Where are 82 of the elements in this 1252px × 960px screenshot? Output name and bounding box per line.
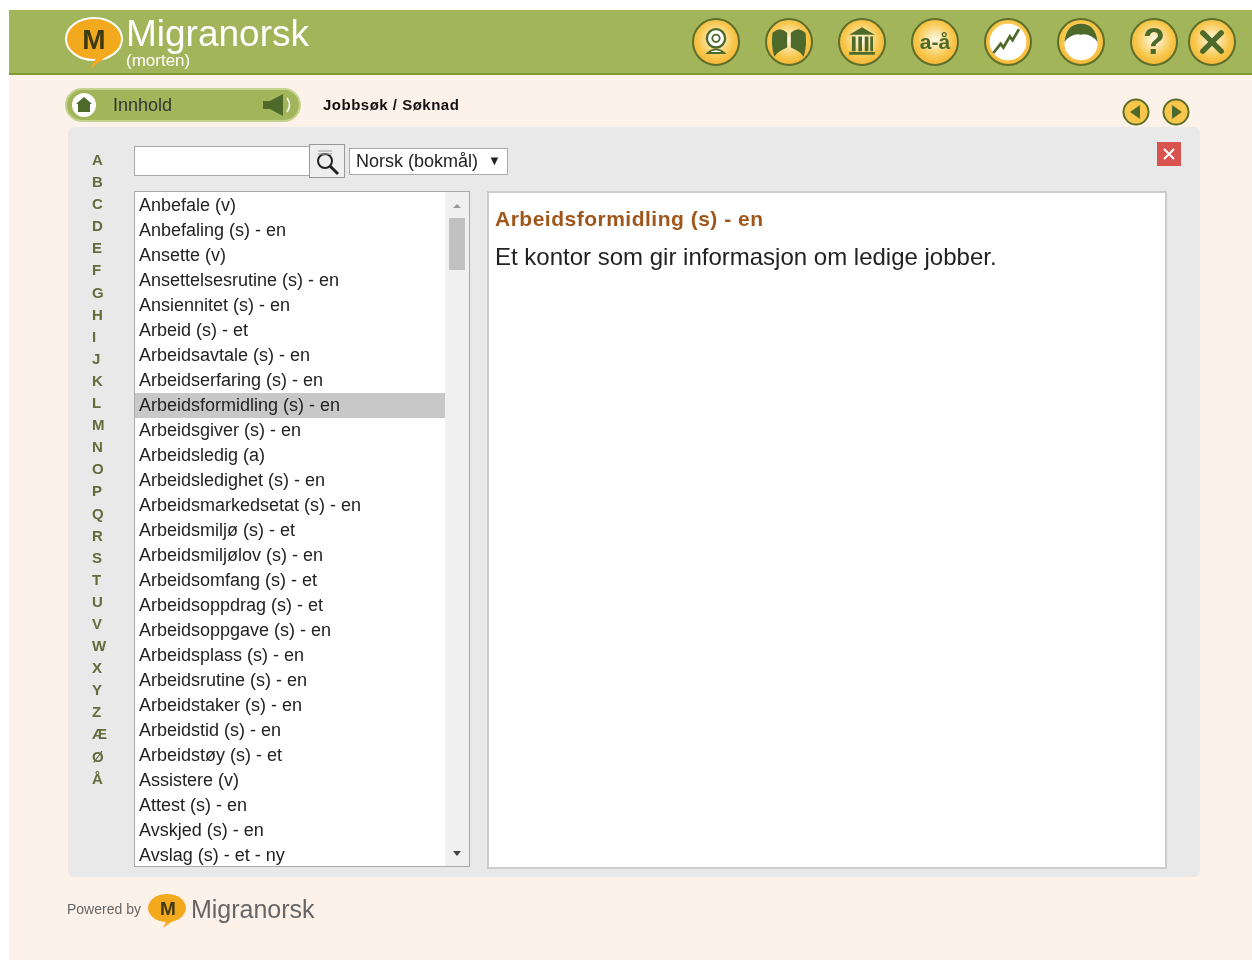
alphabet-letter[interactable]: B xyxy=(90,171,132,194)
alphabet-letter[interactable]: L xyxy=(90,392,132,415)
alphabet-letter[interactable]: Å xyxy=(90,767,132,790)
word-list-item[interactable]: Arbeidsrutine (s) - en xyxy=(135,668,445,693)
word-list-item[interactable]: Assistere (v) xyxy=(135,768,445,793)
help-button[interactable]: ? xyxy=(1130,17,1178,66)
alphabet-letter[interactable]: Æ xyxy=(90,723,132,746)
word-list-item[interactable]: Avskjed (s) - en xyxy=(135,818,445,843)
breadcrumb: Jobbsøk / Søknad xyxy=(323,94,460,115)
exit-button[interactable] xyxy=(1188,17,1236,66)
language-dropdown[interactable]: Norsk (bokmål) ▼ xyxy=(349,147,508,175)
search-button[interactable] xyxy=(309,144,345,178)
definition-text: Et kontor som gir informasjon om ledige jobber. xyxy=(495,241,998,272)
word-list-item[interactable]: Arbeidsomfang (s) - et xyxy=(135,568,445,593)
alphabet-letter[interactable]: Y xyxy=(90,679,132,702)
toolbar-button[interactable] xyxy=(984,17,1032,66)
alphabet-letter[interactable]: I xyxy=(90,325,132,348)
alphabet-letter[interactable]: S xyxy=(90,546,132,569)
word-list-item[interactable]: Anbefale (v) xyxy=(135,193,445,218)
word-list-item[interactable]: Arbeidsledighet (s) - en xyxy=(135,468,445,493)
word-list-item[interactable]: Arbeidsmarkedsetat (s) - en xyxy=(135,493,445,518)
scroll-thumb[interactable] xyxy=(449,218,465,270)
alphabet-letter[interactable]: V xyxy=(90,612,132,636)
word-list-item[interactable]: Arbeidserfaring (s) - en xyxy=(135,368,445,393)
word-list-item[interactable]: Attest (s) - en xyxy=(135,793,445,818)
word-list-item[interactable]: Ansette (v) xyxy=(135,243,445,268)
alphabet-letter[interactable]: M xyxy=(90,414,132,437)
logo-letter: M xyxy=(160,897,176,919)
speech-bubble-icon xyxy=(65,16,123,69)
word-list-item[interactable]: Arbeid (s) - et xyxy=(135,318,445,343)
close-icon xyxy=(1162,147,1176,161)
alphabet-letter[interactable]: H xyxy=(90,303,132,326)
word-list-item[interactable]: Anbefaling (s) - en xyxy=(135,218,445,243)
close-button[interactable] xyxy=(1157,142,1181,166)
word-list-item[interactable]: Arbeidstaker (s) - en xyxy=(135,693,445,718)
alphabet-letter[interactable]: X xyxy=(90,657,132,680)
footer-brand-name: Migranorsk xyxy=(190,894,315,925)
alphabet-letter[interactable]: N xyxy=(90,436,132,459)
alphabet-letter[interactable]: O xyxy=(90,458,132,481)
word-list-item[interactable]: Ansiennitet (s) - en xyxy=(135,293,445,318)
brand-name: Migranorsk xyxy=(126,14,309,52)
alphabet-letter[interactable]: K xyxy=(90,369,132,393)
word-list-item[interactable]: Arbeidstid (s) - en xyxy=(135,718,445,743)
alphabet-letter[interactable]: U xyxy=(90,590,132,613)
toolbar-button[interactable] xyxy=(1057,17,1105,66)
word-list-item[interactable]: Ansettelsesrutine (s) - en xyxy=(135,268,445,293)
search-field[interactable] xyxy=(134,146,310,176)
alphabet-letter[interactable]: E xyxy=(90,237,132,260)
alphabet-letter[interactable]: J xyxy=(90,347,132,370)
alphabet-letter[interactable]: G xyxy=(90,281,132,304)
alphabet-letter[interactable]: Ø xyxy=(90,745,132,768)
alphabet-letter[interactable]: Q xyxy=(90,502,132,525)
alphabet-letter[interactable]: R xyxy=(90,524,132,547)
alphabet-letter[interactable]: A xyxy=(90,149,132,172)
alphabet-letter[interactable]: W xyxy=(90,635,132,658)
word-list-item[interactable]: Avslag (s) - et - ny xyxy=(135,843,445,868)
alphabet-letter[interactable]: D xyxy=(90,215,132,238)
contents-button[interactable]: Innhold xyxy=(65,88,301,122)
word-list-item[interactable]: Arbeidsledig (a) xyxy=(135,443,445,468)
alphabet-letter[interactable]: C xyxy=(90,193,132,216)
word-list-item[interactable]: Arbeidsgiver (s) - en xyxy=(135,418,445,443)
word-list-item[interactable]: Arbeidsmiljølov (s) - en xyxy=(135,543,445,568)
toolbar-button[interactable] xyxy=(838,17,886,66)
alphabet-letter[interactable]: Z xyxy=(90,701,132,724)
alphabet-letter[interactable]: P xyxy=(90,480,132,503)
word-list-item[interactable]: Arbeidsoppgave (s) - en xyxy=(135,618,445,643)
word-list-item[interactable]: Arbeidstøy (s) - et xyxy=(135,743,445,768)
alphabet-letter[interactable]: F xyxy=(90,259,132,282)
alphabet-button[interactable]: a-å xyxy=(911,17,959,66)
powered-by-label: Powered by xyxy=(67,900,141,920)
word-list-item[interactable]: Arbeidsplass (s) - en xyxy=(135,643,445,668)
home-icon xyxy=(71,92,97,118)
logo-letter: M xyxy=(82,23,106,55)
word-list-item[interactable]: Arbeidsavtale (s) - en xyxy=(135,343,445,368)
scrollbar[interactable] xyxy=(445,192,469,866)
speech-bubble-icon xyxy=(147,893,186,928)
word-list-item[interactable]: Arbeidsoppdrag (s) - et xyxy=(135,593,445,618)
definition-title: Arbeidsformidling (s) - en xyxy=(495,206,765,232)
word-list-item[interactable]: Arbeidsmiljø (s) - et xyxy=(135,518,445,543)
toolbar-button[interactable] xyxy=(692,17,740,66)
alphabet-letter[interactable]: T xyxy=(90,568,132,591)
word-list-item[interactable]: Arbeidsformidling (s) - en xyxy=(135,393,445,418)
